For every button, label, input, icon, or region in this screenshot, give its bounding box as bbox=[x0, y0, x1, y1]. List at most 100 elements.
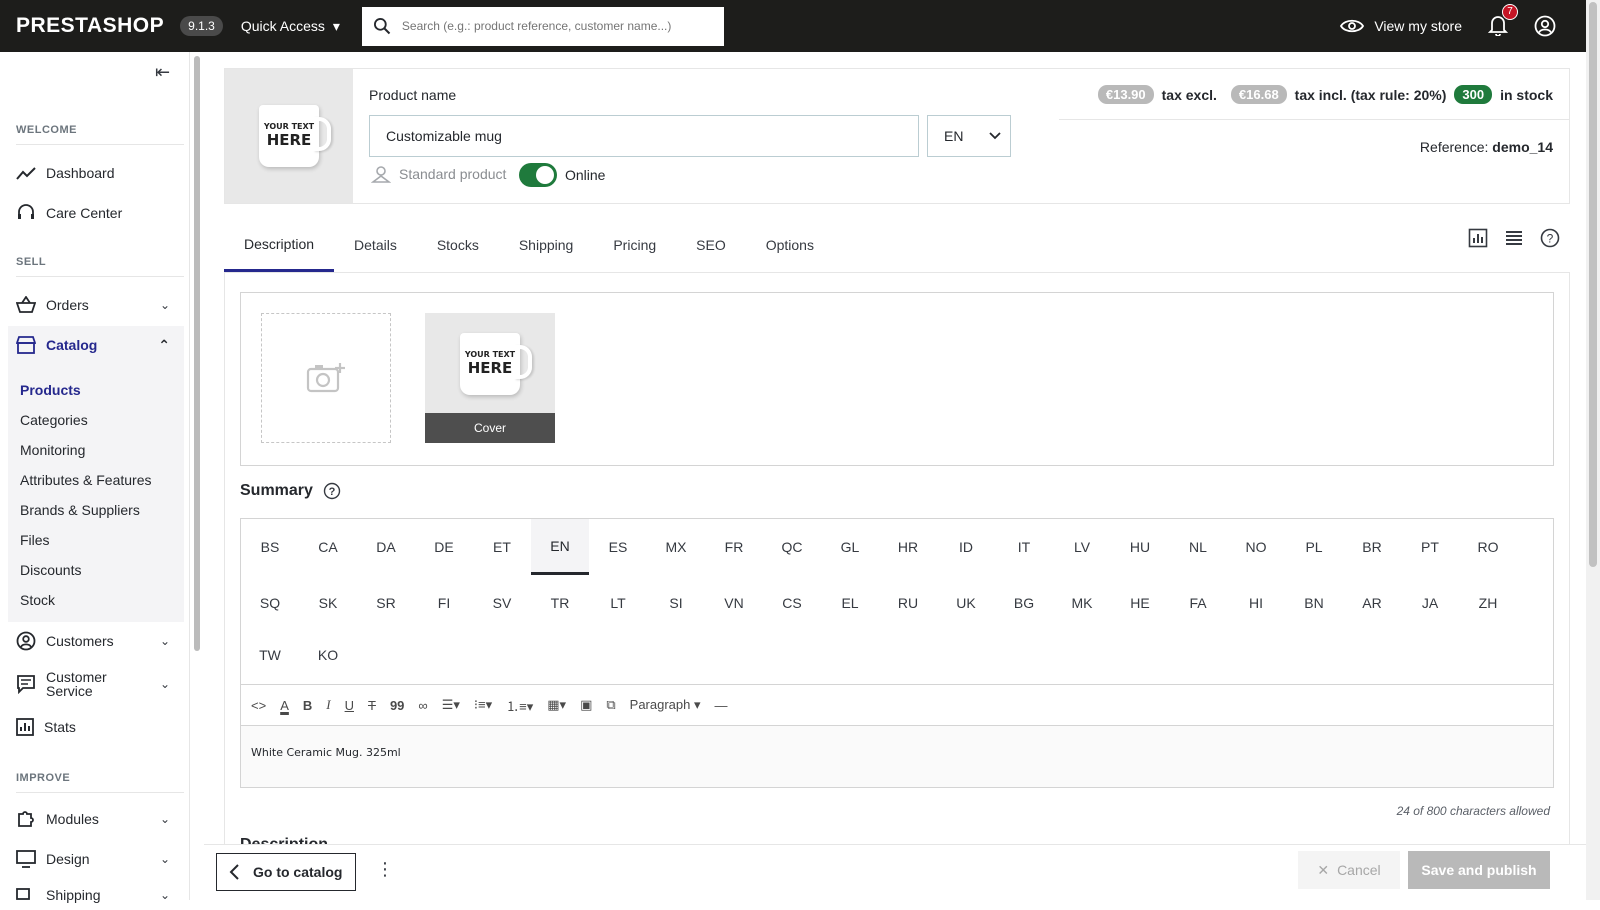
save-and-publish-button[interactable]: Save and publish bbox=[1408, 851, 1550, 889]
bullet-list-icon[interactable]: ⁝≡▾ bbox=[474, 697, 492, 713]
align-icon[interactable]: ☰▾ bbox=[442, 697, 460, 713]
sidebar-subitem-files[interactable]: Files bbox=[20, 532, 50, 548]
image-dropzone[interactable] bbox=[261, 313, 391, 443]
tab-shipping[interactable]: Shipping bbox=[499, 218, 594, 272]
stats-icon[interactable] bbox=[1468, 228, 1488, 248]
language-tab-ro[interactable]: RO bbox=[1459, 519, 1517, 575]
language-tab-el[interactable]: EL bbox=[821, 575, 879, 631]
link-icon[interactable]: ∞ bbox=[418, 698, 427, 713]
media-icon[interactable]: ⧉ bbox=[606, 697, 615, 713]
language-tab-tr[interactable]: TR bbox=[531, 575, 589, 631]
language-tab-qc[interactable]: QC bbox=[763, 519, 821, 575]
language-tab-ar[interactable]: AR bbox=[1343, 575, 1401, 631]
cancel-button[interactable]: ✕ Cancel bbox=[1298, 851, 1400, 889]
language-tab-bs[interactable]: BS bbox=[241, 519, 299, 575]
language-tab-hu[interactable]: HU bbox=[1111, 519, 1169, 575]
sidebar-item-modules[interactable]: Modules ⌄ bbox=[16, 804, 184, 834]
strikethrough-icon[interactable]: T bbox=[368, 698, 376, 713]
language-tab-fi[interactable]: FI bbox=[415, 575, 473, 631]
search-bar[interactable] bbox=[361, 6, 724, 46]
search-input[interactable] bbox=[401, 19, 712, 33]
page-scrollbar-thumb[interactable] bbox=[1589, 2, 1597, 567]
language-tab-lv[interactable]: LV bbox=[1053, 519, 1111, 575]
collapse-sidebar-icon[interactable]: ⇤ bbox=[155, 62, 170, 83]
language-tab-uk[interactable]: UK bbox=[937, 575, 995, 631]
language-tab-sk[interactable]: SK bbox=[299, 575, 357, 631]
sidebar-item-stats[interactable]: Stats bbox=[16, 712, 184, 742]
blockquote-icon[interactable]: 99 bbox=[390, 698, 404, 713]
sidebar-item-catalog[interactable]: Catalog ⌃ bbox=[16, 330, 184, 360]
sidebar-subitem-discounts[interactable]: Discounts bbox=[20, 562, 81, 578]
tab-seo[interactable]: SEO bbox=[676, 218, 746, 272]
language-tab-br[interactable]: BR bbox=[1343, 519, 1401, 575]
list-icon[interactable] bbox=[1504, 228, 1524, 248]
more-options-icon[interactable]: ⋮ bbox=[376, 859, 394, 880]
quick-access-button[interactable]: Quick Access ▾ bbox=[241, 18, 340, 35]
bold-icon[interactable]: B bbox=[303, 698, 312, 713]
language-tab-si[interactable]: SI bbox=[647, 575, 705, 631]
product-thumbnail[interactable]: YOUR TEXT HERE bbox=[225, 69, 353, 203]
text-color-icon[interactable]: A bbox=[280, 698, 289, 713]
sidebar-item-care-center[interactable]: Care Center bbox=[16, 198, 184, 228]
horizontal-rule-icon[interactable]: — bbox=[715, 698, 728, 713]
language-tab-sq[interactable]: SQ bbox=[241, 575, 299, 631]
language-tab-bg[interactable]: BG bbox=[995, 575, 1053, 631]
sidebar-item-orders[interactable]: Orders ⌄ bbox=[16, 290, 184, 320]
notifications-button[interactable]: 7 bbox=[1487, 3, 1518, 39]
tab-pricing[interactable]: Pricing bbox=[593, 218, 676, 272]
image-icon[interactable]: ▣ bbox=[580, 697, 592, 713]
go-to-catalog-button[interactable]: Go to catalog bbox=[216, 853, 356, 891]
language-tab-et[interactable]: ET bbox=[473, 519, 531, 575]
language-tab-da[interactable]: DA bbox=[357, 519, 415, 575]
sidebar-item-shipping[interactable]: Shipping ⌄ bbox=[16, 880, 184, 910]
sidebar-item-customers[interactable]: Customers ⌄ bbox=[16, 626, 184, 656]
cover-image[interactable]: YOUR TEXT HERE Cover bbox=[425, 313, 555, 443]
help-icon[interactable]: ? bbox=[1540, 228, 1560, 248]
language-tab-sv[interactable]: SV bbox=[473, 575, 531, 631]
language-tab-zh[interactable]: ZH bbox=[1459, 575, 1517, 631]
language-tab-ko[interactable]: KO bbox=[299, 627, 357, 683]
help-icon[interactable]: ? bbox=[323, 482, 341, 500]
language-tab-pt[interactable]: PT bbox=[1401, 519, 1459, 575]
source-code-icon[interactable]: <> bbox=[251, 698, 266, 713]
online-toggle[interactable] bbox=[519, 163, 557, 187]
summary-editor[interactable]: White Ceramic Mug. 325ml bbox=[240, 726, 1554, 788]
language-tab-vn[interactable]: VN bbox=[705, 575, 763, 631]
language-tab-hi[interactable]: HI bbox=[1227, 575, 1285, 631]
language-tab-ru[interactable]: RU bbox=[879, 575, 937, 631]
account-icon[interactable] bbox=[1534, 15, 1556, 37]
sidebar-subitem-stock[interactable]: Stock bbox=[20, 592, 55, 608]
paragraph-format-select[interactable]: Paragraph ▾ bbox=[630, 697, 701, 713]
language-tab-bn[interactable]: BN bbox=[1285, 575, 1343, 631]
prestashop-logo[interactable]: PRESTASHOP bbox=[16, 14, 164, 38]
view-store-link[interactable]: View my store bbox=[1340, 18, 1462, 34]
language-tab-id[interactable]: ID bbox=[937, 519, 995, 575]
language-tab-ca[interactable]: CA bbox=[299, 519, 357, 575]
language-tab-cs[interactable]: CS bbox=[763, 575, 821, 631]
language-tab-es[interactable]: ES bbox=[589, 519, 647, 575]
sidebar-subitem-attributes[interactable]: Attributes & Features bbox=[20, 472, 152, 488]
tab-stocks[interactable]: Stocks bbox=[417, 218, 499, 272]
language-tab-nl[interactable]: NL bbox=[1169, 519, 1227, 575]
language-tab-en[interactable]: EN bbox=[531, 519, 589, 575]
language-tab-tw[interactable]: TW bbox=[241, 627, 299, 683]
sidebar-item-design[interactable]: Design ⌄ bbox=[16, 844, 184, 874]
sidebar-subitem-monitoring[interactable]: Monitoring bbox=[20, 442, 85, 458]
tab-options[interactable]: Options bbox=[746, 218, 834, 272]
tab-description[interactable]: Description bbox=[224, 218, 335, 272]
language-tab-gl[interactable]: GL bbox=[821, 519, 879, 575]
language-tab-he[interactable]: HE bbox=[1111, 575, 1169, 631]
language-tab-fr[interactable]: FR bbox=[705, 519, 763, 575]
italic-icon[interactable]: I bbox=[326, 697, 330, 713]
sidebar-subitem-products[interactable]: Products bbox=[20, 382, 81, 398]
table-icon[interactable]: ▦▾ bbox=[547, 697, 566, 713]
language-tab-ja[interactable]: JA bbox=[1401, 575, 1459, 631]
language-tab-pl[interactable]: PL bbox=[1285, 519, 1343, 575]
language-tab-mk[interactable]: MK bbox=[1053, 575, 1111, 631]
language-tab-hr[interactable]: HR bbox=[879, 519, 937, 575]
page-scrollbar[interactable] bbox=[1586, 0, 1600, 900]
sidebar-scrollbar[interactable] bbox=[194, 56, 200, 651]
product-type-selector[interactable]: Standard product bbox=[371, 165, 506, 183]
sidebar-item-dashboard[interactable]: Dashboard bbox=[16, 158, 184, 188]
language-tab-it[interactable]: IT bbox=[995, 519, 1053, 575]
